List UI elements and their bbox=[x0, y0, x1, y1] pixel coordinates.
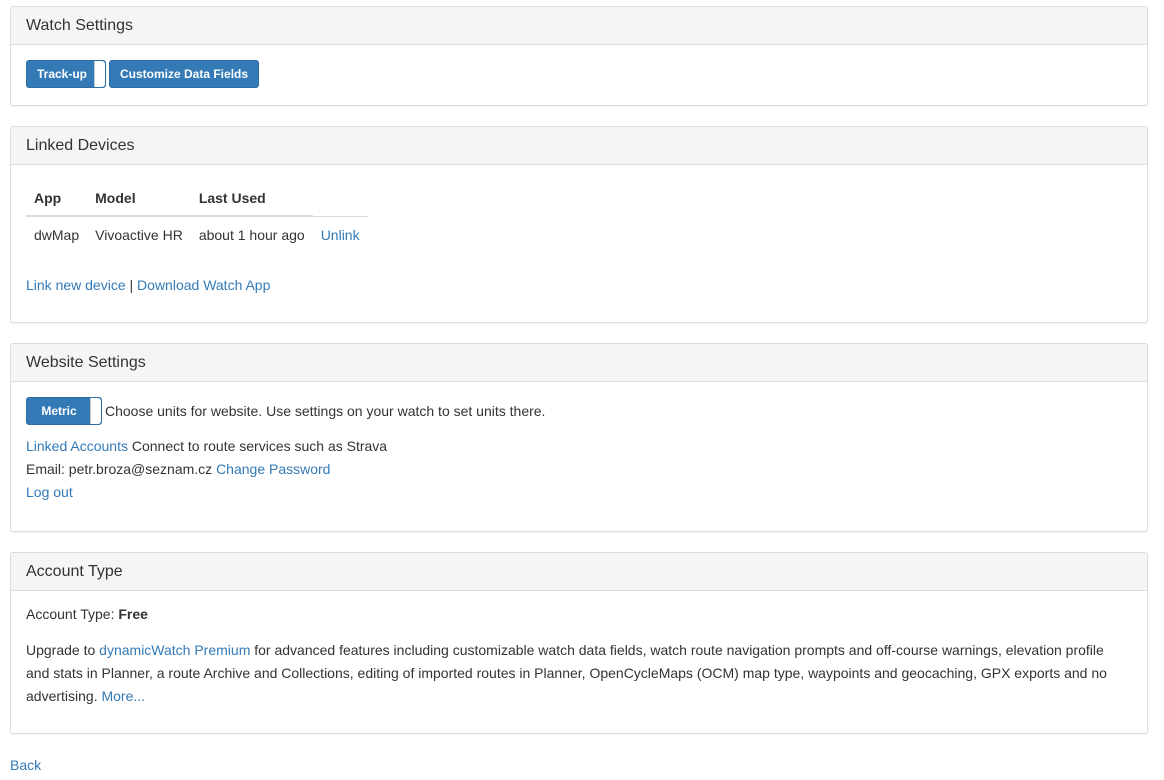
logout-row: Log out bbox=[26, 484, 73, 500]
logout-link[interactable]: Log out bbox=[26, 484, 73, 500]
account-type-row: Account Type: Free bbox=[26, 606, 148, 622]
more-link[interactable]: More... bbox=[101, 688, 145, 704]
website-settings-body: Metric Choose units for website. Use set… bbox=[11, 382, 1147, 532]
customize-data-fields-button[interactable]: Customize Data Fields bbox=[109, 60, 260, 88]
upgrade-prefix: Upgrade to bbox=[26, 642, 96, 658]
column-action bbox=[312, 180, 368, 217]
email-row: Email: petr.broza@seznam.cz Change Passw… bbox=[26, 461, 330, 477]
toggle-handle[interactable] bbox=[94, 61, 105, 87]
units-help-text: Choose units for website. Use settings o… bbox=[105, 403, 546, 419]
website-settings-panel: Website Settings Metric Choose units for… bbox=[10, 343, 1148, 532]
email-text: Email: petr.broza@seznam.cz bbox=[26, 461, 213, 477]
link-separator: | bbox=[129, 277, 134, 293]
account-type-label: Account Type: bbox=[26, 606, 115, 622]
linked-accounts-link[interactable]: Linked Accounts bbox=[26, 438, 128, 454]
devices-table: App Model Last Used dwMap Vivoactive HR … bbox=[26, 180, 368, 253]
device-unlink-cell: Unlink bbox=[312, 215, 368, 253]
units-toggle-label: Metric bbox=[41, 404, 77, 418]
upgrade-paragraph: Upgrade to dynamicWatch Premium for adva… bbox=[26, 639, 1126, 708]
account-type-title: Account Type bbox=[11, 553, 1147, 591]
link-new-device-link[interactable]: Link new device bbox=[26, 277, 126, 293]
device-links: Link new device | Download Watch App bbox=[26, 277, 270, 293]
account-type-value: Free bbox=[118, 606, 148, 622]
toggle-handle[interactable] bbox=[90, 398, 101, 424]
watch-settings-title: Watch Settings bbox=[11, 7, 1147, 45]
orientation-toggle-label: Track-up bbox=[36, 67, 87, 81]
units-toggle[interactable]: Metric bbox=[26, 397, 102, 425]
column-app: App bbox=[26, 180, 88, 217]
column-model: Model bbox=[87, 180, 191, 217]
watch-settings-body: Track-up Customize Data Fields bbox=[11, 45, 1147, 103]
back-link[interactable]: Back bbox=[10, 757, 41, 773]
watch-settings-panel: Watch Settings Track-up Customize Data F… bbox=[10, 6, 1148, 106]
linked-devices-panel: Linked Devices App Model Last Used dwMap… bbox=[10, 126, 1148, 323]
change-password-link[interactable]: Change Password bbox=[216, 461, 330, 477]
account-type-panel: Account Type Account Type: Free Upgrade … bbox=[10, 552, 1148, 734]
orientation-toggle[interactable]: Track-up bbox=[26, 60, 106, 88]
website-settings-title: Website Settings bbox=[11, 344, 1147, 382]
account-type-body: Account Type: Free Upgrade to dynamicWat… bbox=[11, 591, 1147, 734]
premium-link[interactable]: dynamicWatch Premium bbox=[99, 642, 250, 658]
linked-accounts-row: Linked Accounts Connect to route service… bbox=[26, 438, 387, 454]
devices-table-header: App Model Last Used bbox=[26, 180, 368, 217]
linked-accounts-text: Connect to route services such as Strava bbox=[131, 438, 388, 454]
unlink-link[interactable]: Unlink bbox=[321, 227, 360, 243]
linked-devices-body: App Model Last Used dwMap Vivoactive HR … bbox=[11, 165, 1147, 323]
column-last-used: Last Used bbox=[190, 180, 313, 217]
device-app: dwMap bbox=[26, 215, 88, 253]
device-last-used: about 1 hour ago bbox=[190, 215, 313, 253]
table-row: dwMap Vivoactive HR about 1 hour ago Unl… bbox=[26, 215, 368, 253]
linked-devices-title: Linked Devices bbox=[11, 127, 1147, 165]
device-model: Vivoactive HR bbox=[87, 215, 191, 253]
download-watch-app-link[interactable]: Download Watch App bbox=[137, 277, 270, 293]
units-row: Metric Choose units for website. Use set… bbox=[26, 397, 545, 425]
